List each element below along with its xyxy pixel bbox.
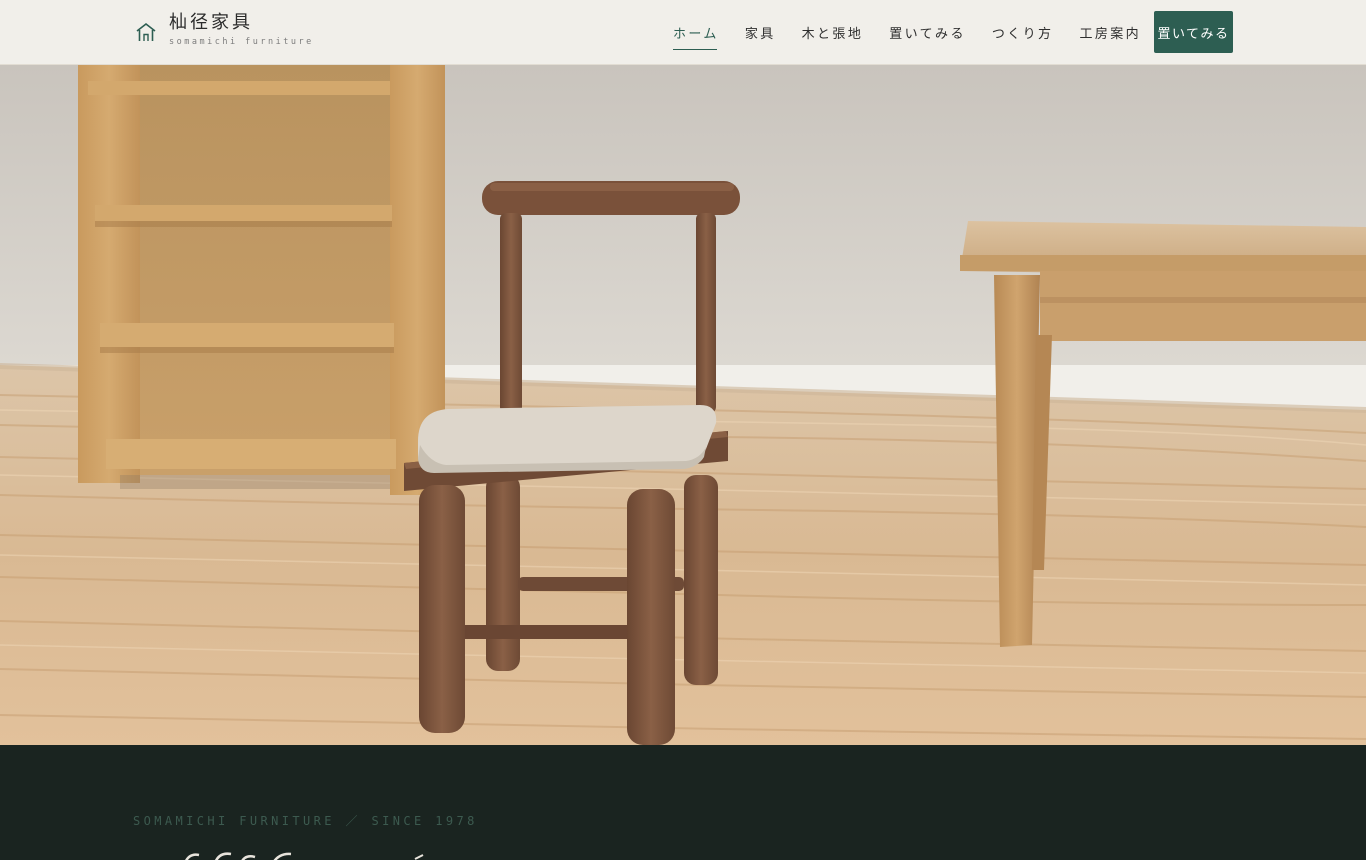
hero-furniture-illustration: [0, 65, 1366, 745]
main-nav: ホーム 家具 木と張地 置いてみる つくり方 工房案内: [673, 0, 1167, 65]
nav-item-furniture[interactable]: 家具: [745, 15, 776, 50]
brand-subtitle: somamichi furniture: [169, 37, 314, 47]
house-outline-icon: [136, 22, 156, 41]
nav-item-workshop[interactable]: 工房案内: [1079, 15, 1141, 50]
site-header: 杣径家具 somamichi furniture ホーム 家具 木と張地 置いて…: [0, 0, 1366, 65]
intro-eyebrow: SOMAMICHI FURNITURE ／ SINCE 1978: [133, 814, 478, 828]
hero-image: [0, 65, 1366, 745]
try-placing-cta-button[interactable]: 置いてみる: [1154, 11, 1233, 53]
brand-logo[interactable]: 杣径家具 somamichi furniture: [135, 11, 314, 47]
brand-name: 杣径家具: [169, 12, 253, 33]
nav-item-how-made[interactable]: つくり方: [992, 15, 1054, 50]
bookshelf-illustration: [78, 65, 445, 495]
nav-item-try-placing[interactable]: 置いてみる: [889, 15, 966, 50]
heading-peek-decoration: [185, 852, 424, 860]
intro-section: SOMAMICHI FURNITURE ／ SINCE 1978: [0, 745, 1366, 860]
nav-item-home[interactable]: ホーム: [673, 15, 719, 50]
nav-item-wood-fabric[interactable]: 木と張地: [802, 15, 864, 50]
